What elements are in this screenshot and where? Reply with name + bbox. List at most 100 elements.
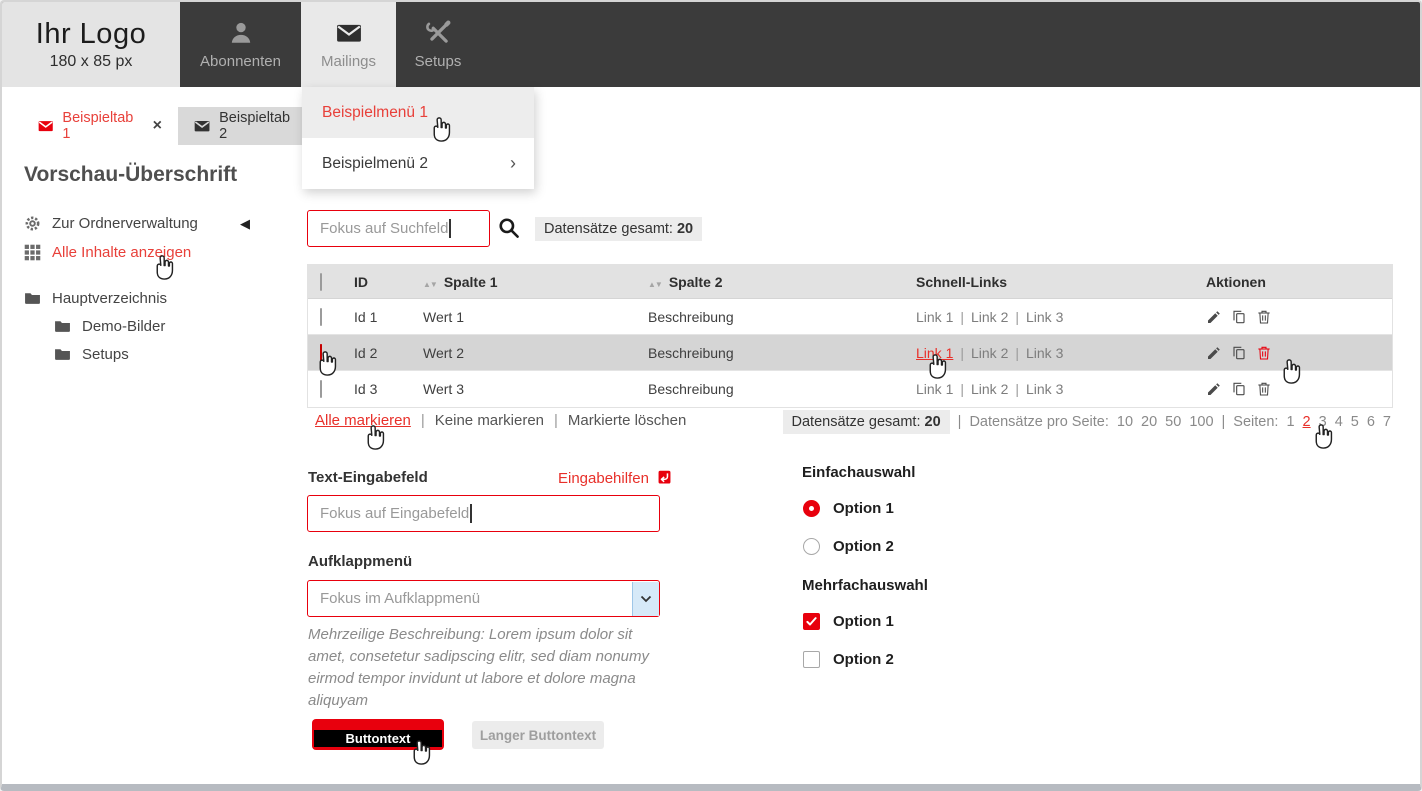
folder-label: Setups xyxy=(82,346,129,363)
checkbox-checked[interactable] xyxy=(803,613,820,630)
quick-link-2[interactable]: Link 2 xyxy=(971,381,1008,397)
folder-demo-bilder[interactable]: Demo-Bilder xyxy=(54,318,165,335)
sidebar-item-alle-inhalte[interactable]: Alle Inhalte anzeigen xyxy=(24,244,191,261)
nav-label: Setups xyxy=(415,53,462,70)
search-icon[interactable] xyxy=(497,216,520,239)
select-arrow-button[interactable] xyxy=(632,582,659,616)
page-1[interactable]: 1 xyxy=(1286,414,1294,430)
multiline-description: Mehrzeilige Beschreibung: Lorem ipsum do… xyxy=(308,624,666,712)
quick-link-3[interactable]: Link 3 xyxy=(1026,309,1063,325)
quick-link-2[interactable]: Link 2 xyxy=(971,309,1008,325)
text-input-field[interactable]: Fokus auf Eingabefeld xyxy=(307,495,660,532)
nav-item-mailings[interactable]: Mailings xyxy=(301,2,396,87)
dropdown-select[interactable]: Fokus im Aufklappmenü xyxy=(307,580,660,617)
column-header-spalte2[interactable]: ▲▼Spalte 2 xyxy=(648,274,916,290)
page-3[interactable]: 3 xyxy=(1319,414,1327,430)
page-7[interactable]: 7 xyxy=(1383,414,1391,430)
primary-button[interactable]: Buttontext xyxy=(312,719,444,750)
edit-icon[interactable] xyxy=(1206,309,1222,325)
column-header-schnell-links: Schnell-Links xyxy=(916,274,1206,290)
tab-label: Beispieltab 2 xyxy=(219,110,298,142)
quick-link-3[interactable]: Link 3 xyxy=(1026,345,1063,361)
menu-item-label: Beispielmenü 2 xyxy=(322,155,428,173)
select-label: Aufklappmenü xyxy=(308,553,412,570)
copy-icon[interactable] xyxy=(1231,345,1247,361)
row-checkbox[interactable] xyxy=(320,308,322,326)
row-checkbox[interactable] xyxy=(320,380,322,398)
delete-icon[interactable] xyxy=(1256,309,1272,325)
select-value: Fokus im Aufklappmenü xyxy=(320,590,480,607)
radio-selected[interactable] xyxy=(803,500,820,517)
column-header-spalte1[interactable]: ▲▼Spalte 1 xyxy=(423,274,648,290)
per-page-100[interactable]: 100 xyxy=(1189,414,1213,430)
cell-spalte2: Beschreibung xyxy=(648,345,916,361)
envelope-icon xyxy=(336,20,362,46)
per-page-50[interactable]: 50 xyxy=(1165,414,1181,430)
sidebar-collapse-icon[interactable]: ◀ xyxy=(240,216,250,232)
table-row: Id 1 Wert 1 Beschreibung Link 1|Link 2|L… xyxy=(308,299,1392,335)
edit-icon[interactable] xyxy=(1206,345,1222,361)
checkbox-unchecked[interactable] xyxy=(803,651,820,668)
input-placeholder: Fokus auf Eingabefeld xyxy=(320,505,469,522)
per-page-10[interactable]: 10 xyxy=(1117,414,1133,430)
table-row-selected: Id 2 Wert 2 Beschreibung Link 1|Link 2|L… xyxy=(308,335,1392,371)
nav-item-abonnenten[interactable]: Abonnenten xyxy=(180,2,301,87)
quick-link-3[interactable]: Link 3 xyxy=(1026,381,1063,397)
secondary-button[interactable]: Langer Buttontext xyxy=(472,721,604,749)
data-table: ID ▲▼Spalte 1 ▲▼Spalte 2 Schnell-Links A… xyxy=(307,264,1393,408)
sort-icon[interactable]: ▲▼ xyxy=(648,280,662,289)
page-6[interactable]: 6 xyxy=(1367,414,1375,430)
column-header-id: ID xyxy=(354,274,423,290)
page-title: Vorschau-Überschrift xyxy=(24,163,237,187)
table-header-row: ID ▲▼Spalte 1 ▲▼Spalte 2 Schnell-Links A… xyxy=(308,265,1392,299)
menu-item-beispielmenu-1[interactable]: Beispielmenü 1 xyxy=(302,87,534,138)
edit-icon[interactable] xyxy=(1206,381,1222,397)
radio-label: Option 2 xyxy=(833,538,894,555)
envelope-icon xyxy=(194,119,210,133)
sort-icon[interactable]: ▲▼ xyxy=(423,280,437,289)
quick-link-2[interactable]: Link 2 xyxy=(971,345,1008,361)
delete-icon-hovered[interactable] xyxy=(1256,345,1272,361)
page-4[interactable]: 4 xyxy=(1335,414,1343,430)
primary-button-label: Buttontext xyxy=(314,730,442,747)
menu-item-beispielmenu-2[interactable]: Beispielmenü 2 › xyxy=(302,138,534,189)
select-all-link[interactable]: Alle markieren xyxy=(315,412,411,429)
cell-actions xyxy=(1206,345,1392,361)
single-choice-heading: Einfachauswahl xyxy=(802,464,915,481)
search-input[interactable]: Fokus auf Suchfeld xyxy=(307,210,490,247)
radio-label: Option 1 xyxy=(833,500,894,517)
page-2-current[interactable]: 2 xyxy=(1303,414,1311,430)
text-caret xyxy=(470,504,472,523)
copy-icon[interactable] xyxy=(1231,381,1247,397)
delete-icon[interactable] xyxy=(1256,381,1272,397)
select-all-checkbox[interactable] xyxy=(320,273,322,291)
sidebar-item-label: Zur Ordnerverwaltung xyxy=(52,215,198,232)
tab-bar: Beispieltab 1 × Beispieltab 2 xyxy=(22,107,314,145)
tab-beispieltab-1[interactable]: Beispieltab 1 × xyxy=(22,107,178,145)
nav-label: Mailings xyxy=(321,53,376,70)
cell-links: Link 1|Link 2|Link 3 xyxy=(916,345,1206,361)
cell-spalte1: Wert 2 xyxy=(423,345,648,361)
delete-marked-link[interactable]: Markierte löschen xyxy=(568,412,686,429)
nav-label: Abonnenten xyxy=(200,53,281,70)
folder-setups[interactable]: Setups xyxy=(54,346,129,363)
quick-link-1-hovered[interactable]: Link 1 xyxy=(916,345,953,361)
quick-link-1[interactable]: Link 1 xyxy=(916,381,953,397)
folder-hauptverzeichnis[interactable]: Hauptverzeichnis xyxy=(24,290,167,307)
records-total-value: 20 xyxy=(677,221,693,237)
cell-spalte2: Beschreibung xyxy=(648,381,916,397)
radio-unselected[interactable] xyxy=(803,538,820,555)
tab-beispieltab-2[interactable]: Beispieltab 2 xyxy=(178,107,314,145)
cell-links: Link 1|Link 2|Link 3 xyxy=(916,381,1206,397)
copy-icon[interactable] xyxy=(1231,309,1247,325)
row-checkbox-checked[interactable] xyxy=(320,344,322,362)
text-field-label: Text-Eingabefeld xyxy=(308,469,428,486)
close-icon[interactable]: × xyxy=(153,117,162,135)
sidebar-item-ordnerverwaltung[interactable]: Zur Ordnerverwaltung xyxy=(24,215,198,232)
page-5[interactable]: 5 xyxy=(1351,414,1359,430)
eingabehilfen-link[interactable]: Eingabehilfen xyxy=(558,469,673,487)
per-page-20[interactable]: 20 xyxy=(1141,414,1157,430)
nav-item-setups[interactable]: Setups xyxy=(396,2,480,87)
quick-link-1[interactable]: Link 1 xyxy=(916,309,953,325)
select-none-link[interactable]: Keine markieren xyxy=(435,412,544,429)
